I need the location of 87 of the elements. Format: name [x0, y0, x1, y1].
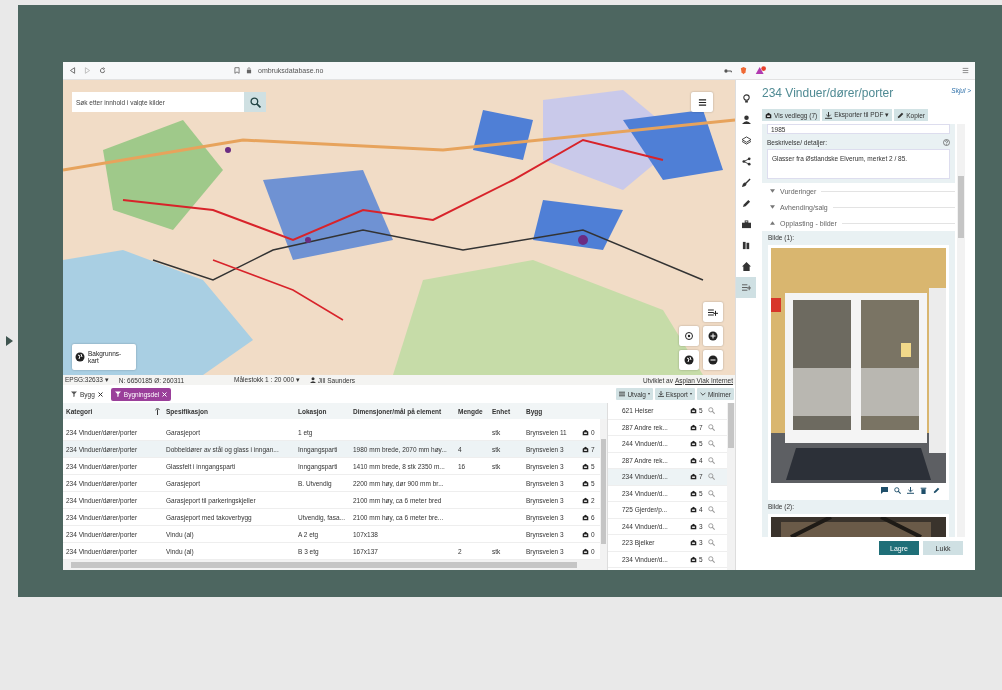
- box-icon: [690, 555, 697, 563]
- box-icon: [765, 111, 772, 119]
- person-icon: [309, 377, 316, 383]
- search-icon: [708, 423, 715, 431]
- share-icon: [741, 157, 751, 166]
- box-icon: [690, 456, 697, 464]
- search-icon: [708, 506, 715, 514]
- pencil-icon: [741, 199, 751, 208]
- box-icon: [690, 522, 697, 530]
- list-plus-icon: [741, 283, 751, 292]
- search-icon: [708, 473, 715, 481]
- menu-icon[interactable]: [962, 67, 969, 74]
- scrollbar[interactable]: [957, 124, 965, 537]
- box-icon: [582, 547, 589, 555]
- book-icon: [741, 241, 751, 250]
- search-icon: [708, 539, 715, 547]
- caret-down-icon: [770, 205, 775, 209]
- box-icon: [690, 539, 697, 547]
- bookmark-icon[interactable]: [234, 67, 240, 74]
- menu-icon: [697, 97, 707, 107]
- brush-icon: [741, 178, 751, 187]
- box-icon: [582, 513, 589, 521]
- menu-button[interactable]: [691, 92, 713, 112]
- box-icon: [582, 479, 589, 487]
- locate-button[interactable]: [679, 326, 699, 346]
- back-icon[interactable]: [69, 67, 76, 74]
- zoom-out-button[interactable]: [703, 350, 723, 370]
- box-icon: [690, 473, 697, 481]
- trash-icon[interactable]: [920, 487, 927, 494]
- list-icon: [619, 391, 626, 397]
- search-button[interactable]: [244, 92, 266, 112]
- box-icon: [582, 445, 589, 453]
- search-icon: [708, 440, 715, 448]
- list-plus-icon: [708, 307, 718, 317]
- close-icon[interactable]: [97, 391, 103, 397]
- download-icon[interactable]: [907, 487, 914, 494]
- filter-icon: [114, 391, 121, 397]
- minus-icon: [708, 355, 718, 365]
- search-icon[interactable]: [894, 487, 901, 494]
- box-icon: [690, 506, 697, 514]
- scrollbar[interactable]: [727, 403, 735, 570]
- box-icon: [690, 440, 697, 448]
- globe-button[interactable]: [679, 350, 699, 370]
- home-icon: [741, 262, 751, 271]
- panel-title: 234 Vinduer/dører/porter: [762, 85, 895, 100]
- box-icon: [690, 407, 697, 415]
- search-icon: [708, 489, 715, 497]
- arrow-icon: [5, 336, 13, 346]
- pencil-icon[interactable]: [933, 487, 940, 494]
- target-icon: [684, 331, 694, 341]
- layers-icon: [741, 136, 751, 145]
- search-icon: [708, 407, 715, 415]
- search-icon: [708, 522, 715, 530]
- help-icon[interactable]: [943, 139, 950, 146]
- search-icon: [249, 96, 261, 108]
- globe-icon: [684, 355, 694, 365]
- zoom-in-button[interactable]: [703, 326, 723, 346]
- briefcase-icon: [741, 220, 751, 229]
- box-icon: [690, 423, 697, 431]
- key-icon[interactable]: [724, 67, 732, 74]
- sort-arrow-icon: [155, 407, 160, 415]
- search-icon: [708, 555, 715, 563]
- chevron-down-icon: [699, 391, 706, 397]
- search-icon: [708, 456, 715, 464]
- box-icon: [582, 496, 589, 504]
- scrollbar[interactable]: [600, 419, 607, 560]
- scrollbar[interactable]: [63, 560, 607, 570]
- lightbulb-icon: [741, 94, 751, 103]
- download-icon: [657, 391, 664, 397]
- filter-icon: [71, 391, 77, 397]
- lock-icon: [246, 67, 252, 74]
- plus-icon: [708, 331, 718, 341]
- pencil-icon: [897, 111, 905, 119]
- box-icon: [690, 489, 697, 497]
- box-icon: [582, 530, 589, 538]
- person-icon: [741, 115, 751, 124]
- caret-down-icon: [770, 189, 775, 193]
- box-icon: [582, 428, 589, 436]
- add-layer-button[interactable]: [703, 302, 723, 322]
- box-icon: [582, 462, 589, 470]
- caret-up-icon: [770, 221, 775, 225]
- triangle-badge-icon[interactable]: [755, 66, 766, 75]
- globe-icon: [75, 352, 85, 362]
- shield-icon[interactable]: [740, 66, 747, 75]
- comment-icon[interactable]: [881, 487, 888, 494]
- download-icon: [825, 111, 833, 119]
- reload-icon[interactable]: [99, 67, 106, 74]
